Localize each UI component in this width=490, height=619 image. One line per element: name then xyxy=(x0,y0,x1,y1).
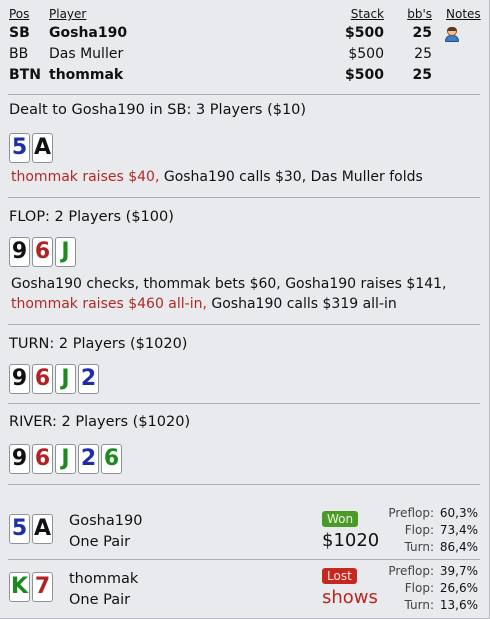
playing-card: 9 xyxy=(9,444,30,474)
player-stack: $500 xyxy=(345,25,384,41)
player-row[interactable]: BB Das Muller $500 25 xyxy=(8,44,482,65)
equity-value: 26,6% xyxy=(439,581,478,595)
preflop-action-highlight: thommak raises $40, xyxy=(11,169,160,185)
equity-table: Preflop: 39,7% Flop: 26,6% Turn: 13,6% xyxy=(372,563,478,614)
equity-row: Flop: 73,4% xyxy=(372,522,478,539)
result-amount: $1020 xyxy=(322,530,380,551)
equity-street: Flop: xyxy=(404,523,434,537)
player-stack: $500 xyxy=(345,67,384,83)
preflop-title: Dealt to Gosha190 in SB: 3 Players ($10) xyxy=(9,102,307,118)
stack-column-header[interactable]: Stack xyxy=(351,7,384,21)
players-table-header: Pos Player Stack bb's Notes xyxy=(8,6,482,23)
flop-action-highlight: thommak raises $460 all-in, xyxy=(11,296,207,312)
equity-value: 73,4% xyxy=(439,523,478,537)
result-player-name: thommak xyxy=(69,571,139,587)
divider xyxy=(8,324,480,325)
divider xyxy=(8,197,480,198)
flop-title: FLOP: 2 Players ($100) xyxy=(9,209,174,225)
turn-cards: 96J2 xyxy=(9,364,101,395)
equity-row: Turn: 86,4% xyxy=(372,539,478,556)
playing-card: 5 xyxy=(9,133,30,163)
playing-card: 9 xyxy=(9,237,30,267)
result-hand-rank: One Pair xyxy=(69,534,131,550)
equity-row: Turn: 13,6% xyxy=(372,597,478,614)
player-bbs: 25 xyxy=(412,67,432,83)
result-hand-rank: One Pair xyxy=(69,592,131,608)
playing-card: K xyxy=(9,572,30,602)
equity-table: Preflop: 60,3% Flop: 73,4% Turn: 86,4% xyxy=(372,505,478,556)
equity-value: 13,6% xyxy=(439,598,478,612)
player-bbs: 25 xyxy=(412,25,432,41)
result-player-name: Gosha190 xyxy=(69,513,143,529)
divider xyxy=(8,403,480,404)
preflop-actions: thommak raises $40, Gosha190 calls $30, … xyxy=(11,167,481,187)
flop-action-text: Gosha190 calls $319 all-in xyxy=(206,296,397,312)
equity-street: Flop: xyxy=(404,581,434,595)
player-name: Das Muller xyxy=(49,46,124,62)
playing-card: 6 xyxy=(32,237,53,267)
hole-cards: 5A xyxy=(9,133,55,164)
preflop-action-text: Gosha190 calls $30, Das Muller folds xyxy=(159,169,423,185)
equity-street: Turn: xyxy=(404,598,434,612)
equity-value: 39,7% xyxy=(439,564,478,578)
river-cards: 96J26 xyxy=(9,444,124,475)
equity-street: Preflop: xyxy=(388,564,434,578)
river-title: RIVER: 2 Players ($1020) xyxy=(9,414,191,430)
playing-card: J xyxy=(55,364,76,394)
playing-card: 5 xyxy=(9,514,30,544)
equity-row: Preflop: 39,7% xyxy=(372,563,478,580)
playing-card: 7 xyxy=(32,572,53,602)
player-stack: $500 xyxy=(348,46,384,62)
playing-card: A xyxy=(32,133,53,163)
playing-card: A xyxy=(32,514,53,544)
player-note-icon[interactable] xyxy=(444,27,460,42)
playing-card: 6 xyxy=(32,364,53,394)
flop-actions: Gosha190 checks, thommak bets $60, Gosha… xyxy=(11,274,481,314)
result-row: 5A Gosha190 One Pair Won $1020 Preflop: 6… xyxy=(0,502,490,560)
equity-street: Turn: xyxy=(404,540,434,554)
result-hole-cards: K7 xyxy=(9,572,55,603)
pos-column-header[interactable]: Pos xyxy=(9,7,29,21)
flop-action-text: Gosha190 checks, thommak bets $60, Gosha… xyxy=(11,276,447,292)
divider xyxy=(8,484,480,485)
equity-value: 60,3% xyxy=(439,506,478,520)
player-name: Gosha190 xyxy=(49,25,128,41)
playing-card: 9 xyxy=(9,364,30,394)
bbs-column-header[interactable]: bb's xyxy=(407,7,432,21)
equity-value: 86,4% xyxy=(439,540,478,554)
players-table: Pos Player Stack bb's Notes SB Gosha190 … xyxy=(8,6,482,86)
player-name: thommak xyxy=(49,67,124,83)
player-position: SB xyxy=(9,25,30,41)
turn-title: TURN: 2 Players ($1020) xyxy=(9,336,188,352)
notes-column-header[interactable]: Notes xyxy=(446,7,481,21)
player-position: BTN xyxy=(9,67,41,83)
playing-card: J xyxy=(55,237,76,267)
player-row[interactable]: BTN thommak $500 25 xyxy=(8,65,482,86)
playing-card: J xyxy=(55,444,76,474)
result-hole-cards: 5A xyxy=(9,514,55,545)
player-column-header[interactable]: Player xyxy=(49,7,86,21)
playing-card: 2 xyxy=(78,364,99,394)
result-amount: shows xyxy=(322,587,378,608)
flop-cards: 96J xyxy=(9,237,78,268)
player-row[interactable]: SB Gosha190 $500 25 xyxy=(8,23,482,44)
equity-row: Flop: 26,6% xyxy=(372,580,478,597)
player-bbs: 25 xyxy=(414,46,432,62)
playing-card: 6 xyxy=(101,444,122,474)
result-row: K7 thommak One Pair Lost shows Preflop: 3… xyxy=(0,560,490,618)
playing-card: 2 xyxy=(78,444,99,474)
equity-row: Preflop: 60,3% xyxy=(372,505,478,522)
lost-badge: Lost xyxy=(322,568,357,584)
playing-card: 6 xyxy=(32,444,53,474)
won-badge: Won xyxy=(322,511,359,527)
hand-history-panel: Pos Player Stack bb's Notes SB Gosha190 … xyxy=(0,0,490,619)
player-position: BB xyxy=(9,46,29,62)
equity-street: Preflop: xyxy=(388,506,434,520)
divider xyxy=(8,94,480,95)
